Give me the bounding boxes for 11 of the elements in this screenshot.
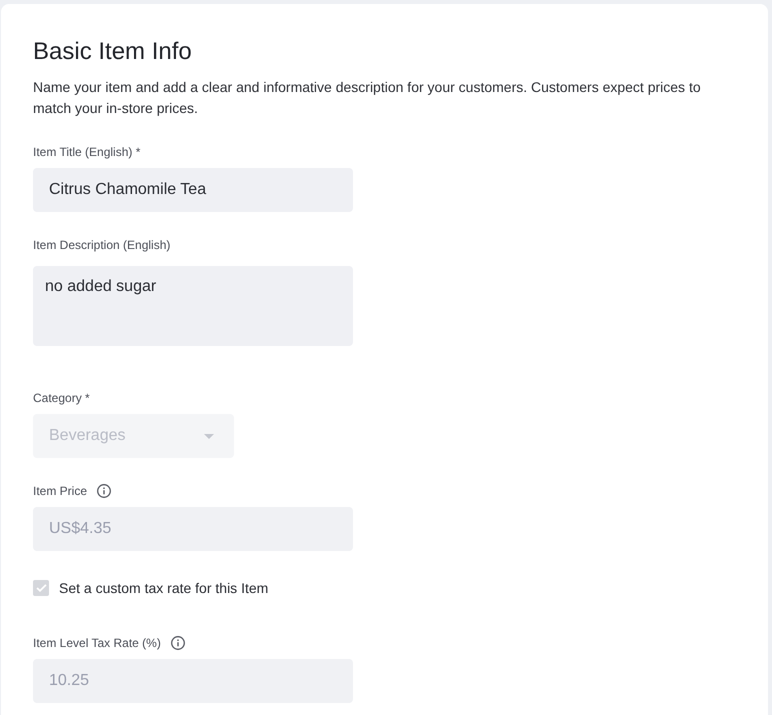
field-label: Item Title (English) * <box>33 144 140 160</box>
caret-icon <box>204 434 214 438</box>
input-field[interactable]: Citrus Chamomile Tea <box>33 168 353 212</box>
text-area[interactable]: no added sugar <box>33 266 353 346</box>
section-title: Basic Item Info <box>33 37 192 67</box>
field-label: Category * <box>33 390 90 406</box>
checkmark-icon <box>36 584 46 592</box>
section-description: Name your item and add a clear and informative description for your customers. Customers expect prices to match your in-store prices. <box>33 78 702 118</box>
field-label: Item Price <box>33 483 88 499</box>
field-label: Item Level Tax Rate (%) <box>33 635 161 651</box>
field-label: Item Description (English) <box>33 237 170 253</box>
